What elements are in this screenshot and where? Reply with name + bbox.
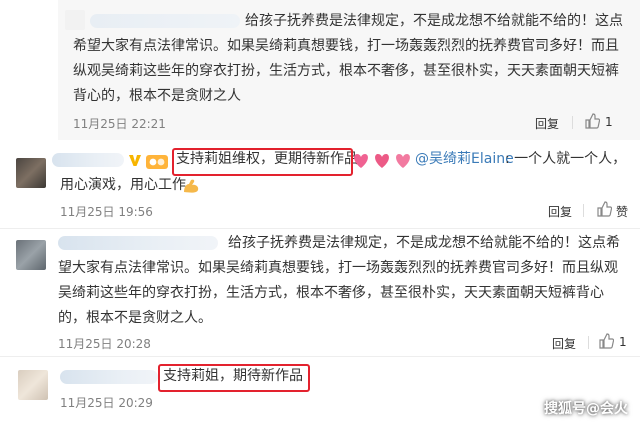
comment-text-after-mention: : 一个人就一个人， [505, 151, 627, 167]
comment-highlight-text: 支持莉姐，期待新作品 [163, 368, 303, 384]
avatar[interactable] [18, 370, 48, 400]
watermark: 搜狐号@会火 [544, 401, 628, 417]
avatar[interactable] [16, 158, 46, 188]
thumbs-up-icon[interactable] [584, 113, 601, 133]
member-badge-icon [146, 154, 168, 173]
divider [588, 336, 589, 349]
username-blurred[interactable] [60, 370, 158, 384]
thumbs-up-icon[interactable] [598, 333, 615, 353]
thumbs-up-icon[interactable] [596, 201, 613, 221]
reply-button[interactable]: 回复 [535, 115, 559, 132]
username-blurred[interactable] [52, 153, 124, 167]
comment-highlight-text: 支持莉姐维权，更期待新作品 [176, 151, 358, 167]
like-count[interactable]: 1 [605, 115, 613, 129]
comment-text: 给孩子抚养费是法律规定，不是成龙想不给就能不给的！这点希望大家有点法律常识。如果… [58, 235, 620, 326]
comment-text-line2: 用心演戏，用心工作 [60, 177, 186, 193]
divider [572, 116, 573, 129]
avatar[interactable] [16, 240, 46, 270]
comment-2: 支持莉姐维权，更期待新作品 @吴绮莉Elaine : 一个人就一个人， 用心演戏… [0, 140, 640, 228]
reply-button[interactable]: 回复 [552, 335, 576, 352]
reply-button[interactable]: 回复 [548, 203, 572, 220]
comment-time: 11月25日 20:29 [60, 396, 153, 410]
like-count[interactable]: 1 [619, 335, 627, 349]
comment-text: 给孩子抚养费是法律规定，不是成龙想不给就能不给的！这点希望大家有点法律常识。如果… [73, 13, 623, 104]
mention-link[interactable]: @吴绮莉Elaine [415, 147, 514, 172]
comment-3: 给孩子抚养费是法律规定，不是成龙想不给就能不给的！这点希望大家有点法律常识。如果… [0, 228, 640, 356]
verified-v-icon [127, 152, 143, 172]
comment-time: 11月25日 19:56 [60, 205, 153, 219]
heart-emoji-icon [352, 152, 412, 174]
comment-time: 11月25日 22:21 [73, 117, 166, 131]
divider [583, 204, 584, 217]
flexed-biceps-emoji-icon [182, 178, 200, 198]
comment-1: 给孩子抚养费是法律规定，不是成龙想不给就能不给的！这点希望大家有点法律常识。如果… [0, 0, 640, 140]
comment-time: 11月25日 20:28 [58, 337, 151, 351]
like-label[interactable]: 赞 [616, 203, 628, 220]
